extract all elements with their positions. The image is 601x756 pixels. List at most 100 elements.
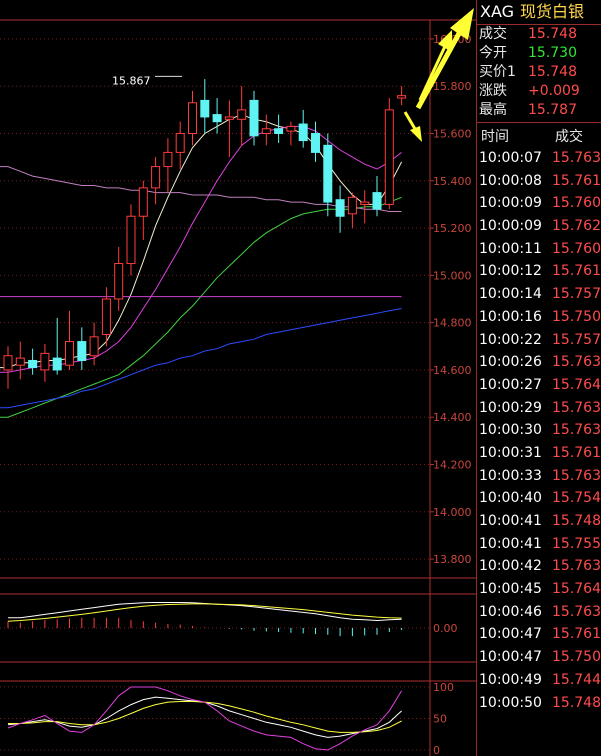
tick-price: 15.757 [552,286,601,303]
tick-row: 10:00:40 15.754 [477,487,601,510]
ma-line-ma5 [0,114,403,369]
ma-line-ma10 [0,125,402,373]
tick-price: 15.760 [552,240,601,257]
kdj-d-line [8,701,402,733]
y-tick-label: 14.600 [433,364,472,377]
quote-rows: 成交 15.748 今开 15.730 买价1 15.748 涨跌 +0.009 最高 15.78… [477,25,601,120]
quote-row-label: 今开 [479,45,507,61]
tick-row: 10:00:16 15.750 [477,306,601,329]
candle-body [3,355,13,371]
kline-chart-area[interactable]: 16.000 15.800 15.600 15.400 15.200 15.000 14.8… [0,0,476,756]
tick-price: 15.763 [552,467,601,484]
candle-body [298,123,308,142]
candle-body [175,132,185,153]
candle-body [15,357,25,366]
tick-price: 15.764 [552,376,601,393]
tick-row: 10:00:45 15.764 [477,578,601,601]
tick-time: 10:00:08 [479,172,542,189]
tick-time: 10:00:22 [479,331,542,348]
tick-price: 15.761 [552,444,601,461]
candle-body [274,128,284,134]
tick-row: 10:00:41 15.755 [477,533,601,556]
tick-time: 10:00:50 [479,694,542,711]
candle-body [163,151,173,168]
y-tick-label: 15.400 [433,175,472,188]
tick-price: 15.761 [552,263,601,280]
tick-time: 10:00:12 [479,263,542,280]
quote-row: 最高 15.787 [477,101,601,120]
quote-row: 买价1 15.748 [477,63,601,82]
candle-body [89,336,99,357]
candle-body [212,114,222,123]
quote-row: 成交 15.748 [477,25,601,44]
tick-price: 15.763 [552,422,601,439]
symbol-name: 现货白银 [520,2,585,21]
tick-list[interactable]: 10:00:07 15.763 10:00:08 15.761 10:00:09 15.7… [477,147,601,714]
tick-price: 15.763 [552,558,601,575]
tick-time: 10:00:29 [479,399,542,416]
quote-row-label: 最高 [479,102,507,118]
tick-price: 15.761 [552,172,601,189]
tick-price: 15.748 [552,694,601,711]
quote-row-value: 15.748 [528,26,577,42]
candle-body [311,132,320,153]
high-annotation: 15.867 [112,74,151,87]
tick-time: 10:00:14 [479,286,542,303]
tick-time: 10:00:47 [479,649,542,666]
y-tick-label: 13.800 [433,553,472,566]
candle-body [237,109,247,120]
tick-row: 10:00:46 15.763 [477,601,601,624]
quote-row-value: 15.787 [528,102,577,118]
kdj-axis-label: 0 [433,744,440,756]
quote-row-value: +0.009 [528,83,580,99]
candle-body [138,187,148,217]
kline-chart: 16.00015.80015.60015.40015.20015.00014.8… [0,8,476,756]
candle-body [126,215,136,265]
y-tick-label: 14.800 [433,317,472,330]
kdj-k-line [7,696,402,738]
y-tick-label: 15.200 [433,222,472,235]
tick-time: 10:00:11 [479,240,542,257]
candle-body [188,102,197,134]
candle-body [52,357,62,371]
tick-price: 15.744 [552,671,601,688]
tick-row: 10:00:41 15.748 [477,510,601,533]
tick-price: 15.763 [552,150,601,166]
candle-body [77,341,87,361]
tick-price: 15.750 [552,308,601,325]
tick-price: 15.760 [552,195,601,212]
candle-body [249,99,259,137]
tick-row: 10:00:07 15.763 [477,147,601,170]
candle-body [323,144,333,203]
candle-body [384,109,394,205]
quote-row-label: 涨跌 [479,83,507,99]
quote-header: XAG 现货白银 [477,0,601,25]
price-column-header: 成交 [555,129,583,145]
symbol-code: XAG [480,2,515,21]
candle-body [397,95,407,99]
quote-row: 涨跌 +0.009 [477,82,601,101]
candle-body [40,352,50,371]
ma-line-ma20 [0,196,402,418]
quote-row-value: 15.748 [528,64,577,80]
tick-row: 10:00:31 15.761 [477,442,601,465]
y-tick-label: 14.200 [433,459,472,472]
quote-panel: XAG 现货白银 成交 15.748 今开 15.730 买价1 15.748 涨跌 +0.00… [476,0,601,756]
tick-price: 15.757 [552,331,601,348]
tick-row: 10:00:30 15.763 [477,419,601,442]
candle-body [101,298,111,335]
tick-row: 10:00:08 15.761 [477,170,601,193]
quote-row-value: 15.730 [528,45,577,61]
tick-time: 10:00:47 [479,626,542,643]
kdj-axis-label: 100 [433,681,454,694]
tick-row: 10:00:47 15.750 [477,646,601,669]
tick-row: 10:00:33 15.763 [477,465,601,488]
tick-price: 15.748 [552,513,601,529]
tick-row: 10:00:14 15.757 [477,283,601,306]
tick-time: 10:00:33 [479,467,542,484]
tick-time: 10:00:09 [479,195,542,212]
tick-time: 10:00:42 [479,558,542,575]
candle-body [28,359,38,369]
tick-price: 15.754 [552,490,601,507]
tick-price: 15.764 [552,581,601,598]
